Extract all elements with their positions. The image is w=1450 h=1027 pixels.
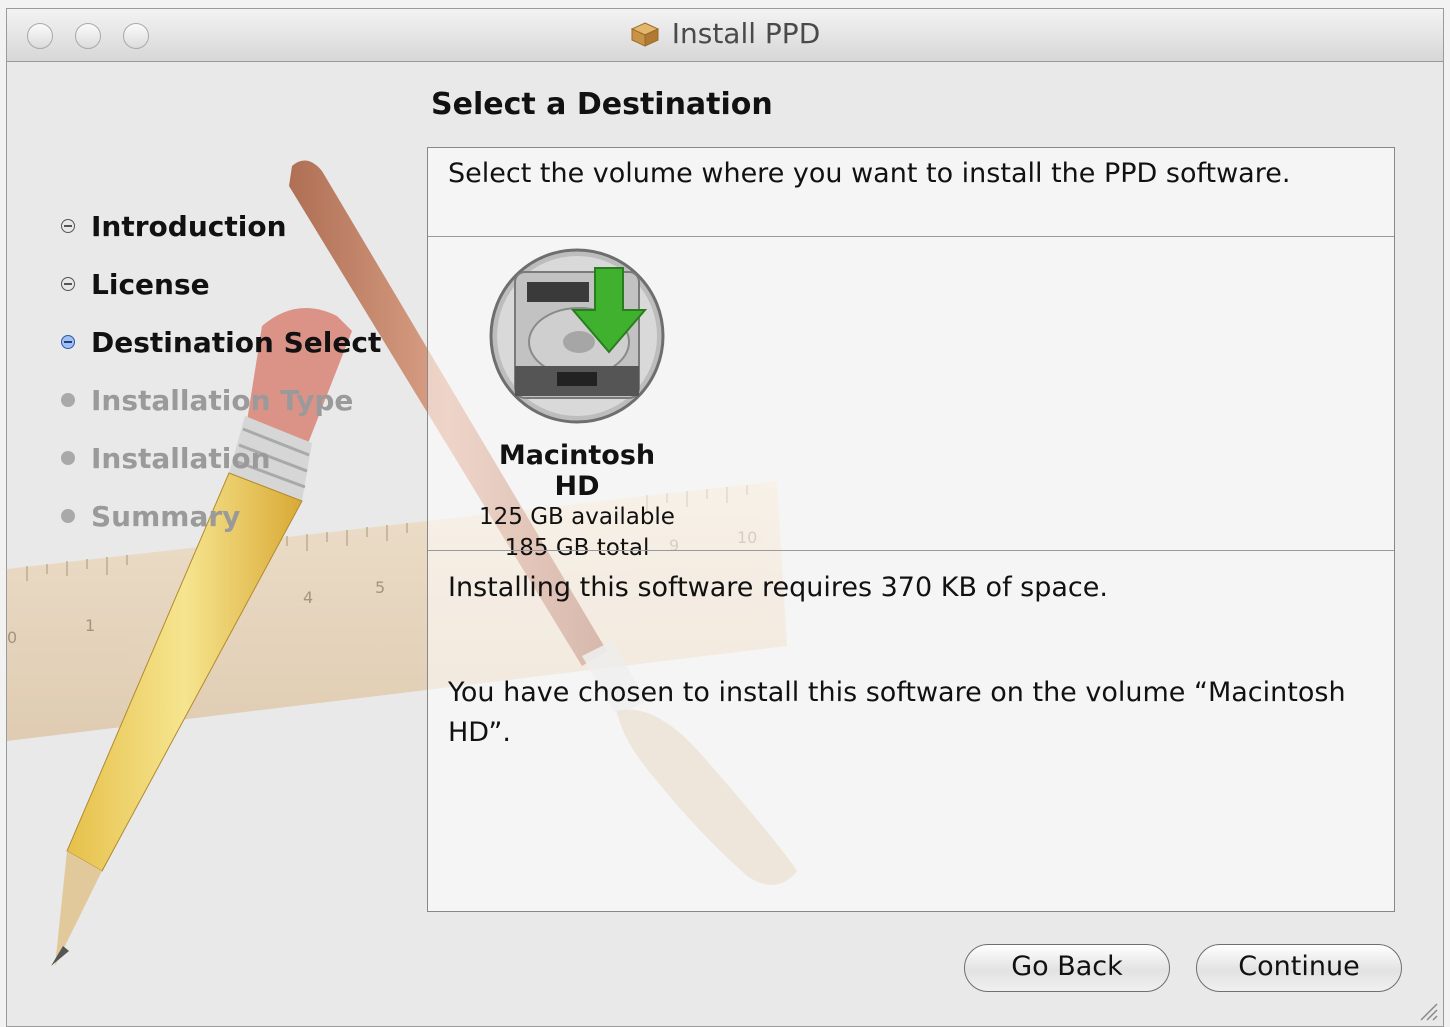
step-label: Destination Select (91, 325, 382, 359)
volume-macintosh-hd[interactable]: Macintosh HD 125 GB available 185 GB tot… (472, 248, 682, 564)
step-current-icon (61, 335, 75, 349)
step-pending-icon (61, 451, 75, 465)
step-label: Introduction (91, 209, 287, 243)
continue-button[interactable]: Continue (1196, 944, 1402, 992)
step-label: Installation (91, 441, 271, 475)
svg-text:4: 4 (303, 588, 313, 607)
space-required-text: Installing this software requires 370 KB… (448, 572, 1108, 603)
panel-divider (428, 550, 1394, 551)
step-introduction: Introduction (61, 197, 381, 255)
step-complete-icon (61, 219, 75, 233)
step-destination-select: Destination Select (61, 313, 381, 371)
svg-text:0: 0 (7, 628, 17, 647)
step-label: License (91, 267, 210, 301)
panel-divider (428, 236, 1394, 237)
volume-total: 185 GB total (504, 535, 650, 561)
svg-text:1: 1 (85, 616, 95, 635)
volume-name: Macintosh HD (498, 440, 656, 502)
resize-grip-icon[interactable] (1417, 1000, 1439, 1022)
destination-prompt: Select the volume where you want to inst… (448, 158, 1291, 189)
title-bar[interactable]: Install PPD (7, 9, 1443, 62)
window-title-group: Install PPD (7, 17, 1443, 50)
step-installation: Installation (61, 429, 381, 487)
package-icon (630, 22, 659, 47)
step-label: Installation Type (91, 383, 354, 417)
step-complete-icon (61, 277, 75, 291)
step-license: License (61, 255, 381, 313)
step-pending-icon (61, 393, 75, 407)
step-pending-icon (61, 509, 75, 523)
destination-panel: Select the volume where you want to inst… (427, 147, 1395, 912)
svg-text:5: 5 (375, 578, 385, 597)
step-installation-type: Installation Type (61, 371, 381, 429)
volume-available: 125 GB available (479, 504, 675, 530)
page-heading: Select a Destination (431, 87, 773, 122)
chosen-volume-text: You have chosen to install this software… (448, 677, 1346, 748)
window-title: Install PPD (671, 17, 821, 50)
installer-window: Install PPD 0 1 4 5 Select a Destination… (6, 8, 1444, 1027)
installer-steps: Introduction License Destination Select … (61, 197, 381, 545)
hard-drive-icon (489, 248, 665, 424)
step-summary: Summary (61, 487, 381, 545)
go-back-button[interactable]: Go Back (964, 944, 1170, 992)
step-label: Summary (91, 499, 241, 533)
